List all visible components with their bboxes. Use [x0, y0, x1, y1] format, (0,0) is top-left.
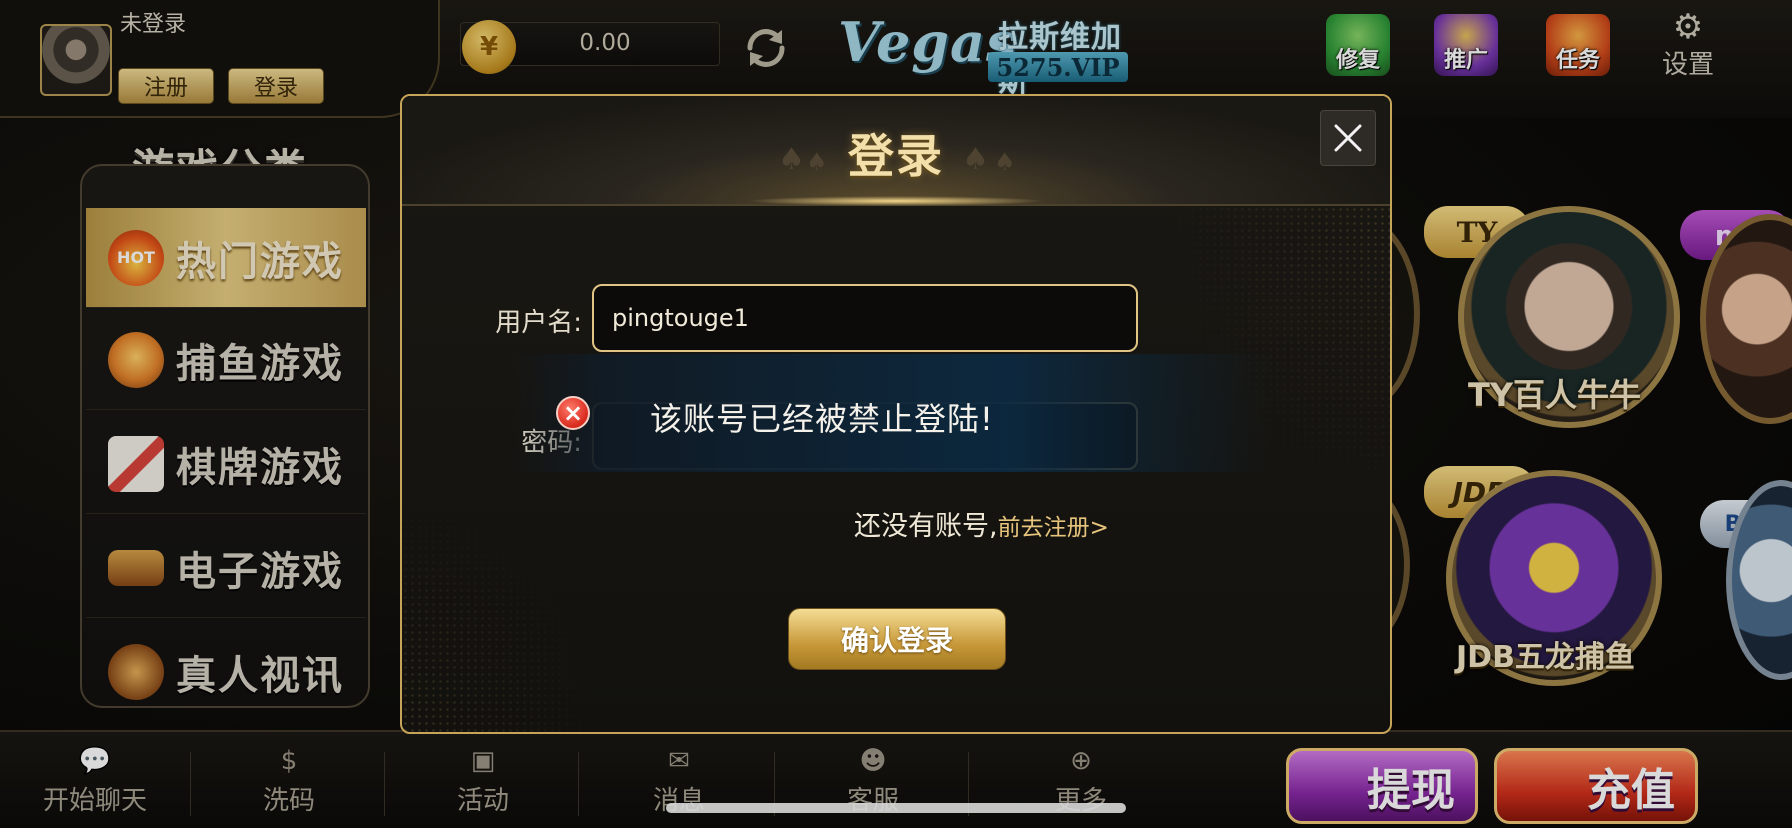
username-label: 用户名: [495, 308, 582, 338]
toast-message: 该账号已经被禁止登陆! [650, 400, 994, 438]
error-x-icon: × [556, 396, 590, 430]
close-button[interactable] [1320, 110, 1376, 166]
header-glow [746, 196, 1046, 206]
register-prompt: 还没有账号,前去注册> [854, 504, 1109, 543]
confirm-login-button[interactable]: 确认登录 [788, 608, 1006, 670]
no-account-text: 还没有账号, [854, 511, 998, 542]
username-input[interactable] [592, 284, 1138, 352]
modal-title: 登录 [848, 129, 944, 183]
home-indicator[interactable] [666, 803, 1126, 813]
app-root: 未登录 注册 登录 ¥ 0.00 Vegas 拉斯维加斯 5275.VIP 修复… [0, 0, 1792, 828]
close-icon [1334, 124, 1362, 152]
decor-dots [402, 496, 602, 732]
register-link[interactable]: 前去注册> [998, 515, 1109, 541]
